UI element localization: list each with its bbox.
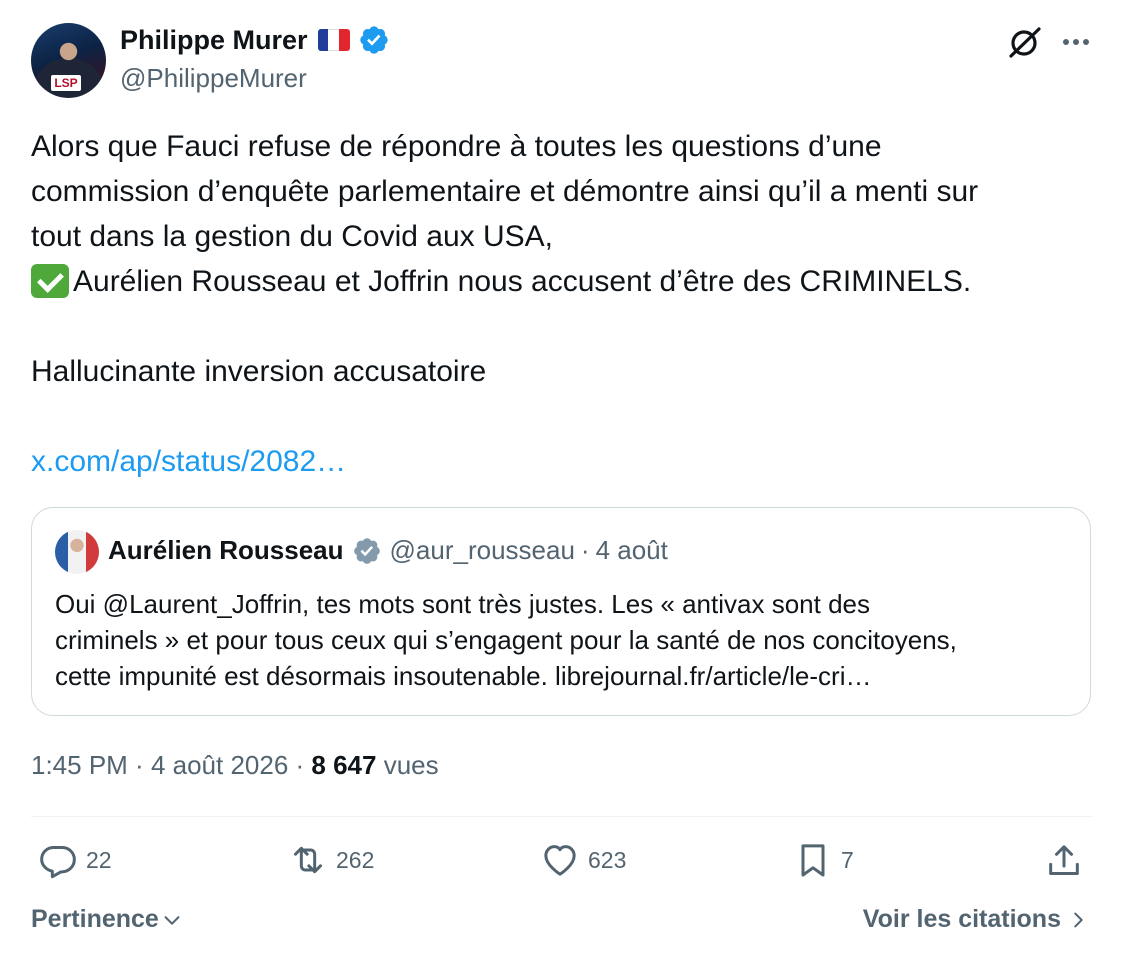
quoted-tweet[interactable]: Aurélien Rousseau @aur_rousseau · 4 août…: [31, 507, 1091, 716]
reply-icon: [40, 846, 76, 879]
post-date[interactable]: 4 août 2026: [151, 750, 288, 780]
quoted-date[interactable]: 4 août: [596, 535, 668, 566]
sort-label: Pertinence: [31, 905, 159, 933]
author-avatar[interactable]: LSP: [31, 23, 106, 98]
france-flag-icon: [317, 29, 350, 51]
tweet-line: Hallucinante inversion accusatoire: [31, 355, 487, 388]
author-name-row: Philippe Murer: [120, 24, 390, 56]
avatar-badge: LSP: [51, 75, 81, 91]
meta-separator: ·: [580, 535, 590, 565]
quoted-line: criminels » et pour tous ceux qui s’enga…: [55, 625, 957, 655]
quoted-author-name[interactable]: Aurélien Rousseau: [108, 535, 344, 566]
grok-icon[interactable]: [1006, 24, 1044, 60]
author-handle[interactable]: @PhilippeMurer: [120, 63, 307, 94]
quoted-line: cette impunité est désormais insoutenabl…: [55, 661, 872, 691]
share-icon[interactable]: [1044, 841, 1084, 881]
quoted-header: Aurélien Rousseau @aur_rousseau · 4 août: [108, 535, 668, 566]
more-options-icon[interactable]: [1058, 24, 1094, 60]
view-quotes-label: Voir les citations: [862, 905, 1061, 933]
timestamp-separator: ·: [288, 750, 312, 780]
tweet-body: Alors que Fauci refuse de répondre à tou…: [31, 124, 1096, 484]
sort-dropdown[interactable]: Pertinence: [31, 905, 183, 934]
chevron-right-icon: [1074, 912, 1083, 927]
repost-icon: [294, 846, 322, 874]
bookmark-count: 7: [841, 846, 854, 873]
bookmark-button[interactable]: 7: [793, 840, 854, 880]
tweet-line: tout dans la gestion du Covid aux USA,: [31, 220, 553, 253]
author-name[interactable]: Philippe Murer: [120, 25, 308, 56]
timestamp-separator: ·: [127, 750, 151, 780]
bookmark-icon: [801, 844, 825, 877]
quoted-author-handle[interactable]: @aur_rousseau: [390, 535, 575, 566]
repost-button[interactable]: 262: [288, 840, 374, 880]
reply-count: 22: [86, 846, 112, 873]
view-quotes-link[interactable]: Voir les citations: [863, 905, 1089, 934]
chevron-down-icon: [164, 915, 180, 925]
divider: [31, 816, 1093, 817]
tweet-line: commission d’enquête parlementaire et dé…: [31, 175, 979, 208]
tweet-line-check: Aurélien Rousseau et Joffrin nous accuse…: [31, 259, 1096, 304]
quoted-body: Oui @Laurent_Joffrin, tes mots sont très…: [55, 586, 1070, 694]
tweet-line: Aurélien Rousseau et Joffrin nous accuse…: [73, 265, 972, 298]
verified-badge-icon: [359, 26, 388, 54]
quoted-author-avatar[interactable]: [55, 530, 99, 574]
post-time[interactable]: 1:45 PM: [31, 750, 128, 780]
view-count[interactable]: 8 647: [311, 750, 376, 780]
tweet-timestamp: 1:45 PM · 4 août 2026 · 8 647 vues: [31, 750, 439, 781]
like-count: 623: [588, 846, 627, 873]
tweet-link[interactable]: x.com/ap/status/2082…: [31, 445, 346, 478]
repost-count: 262: [336, 846, 375, 873]
quoted-line: Oui @Laurent_Joffrin, tes mots sont très…: [55, 589, 870, 619]
views-label: vues: [376, 750, 439, 780]
reply-button[interactable]: 22: [38, 840, 112, 880]
like-button[interactable]: 623: [540, 840, 626, 880]
heart-icon: [544, 845, 576, 876]
tweet-line: Alors que Fauci refuse de répondre à tou…: [31, 130, 882, 163]
check-mark-icon: [31, 264, 69, 298]
verified-gray-badge-icon: [353, 537, 380, 564]
